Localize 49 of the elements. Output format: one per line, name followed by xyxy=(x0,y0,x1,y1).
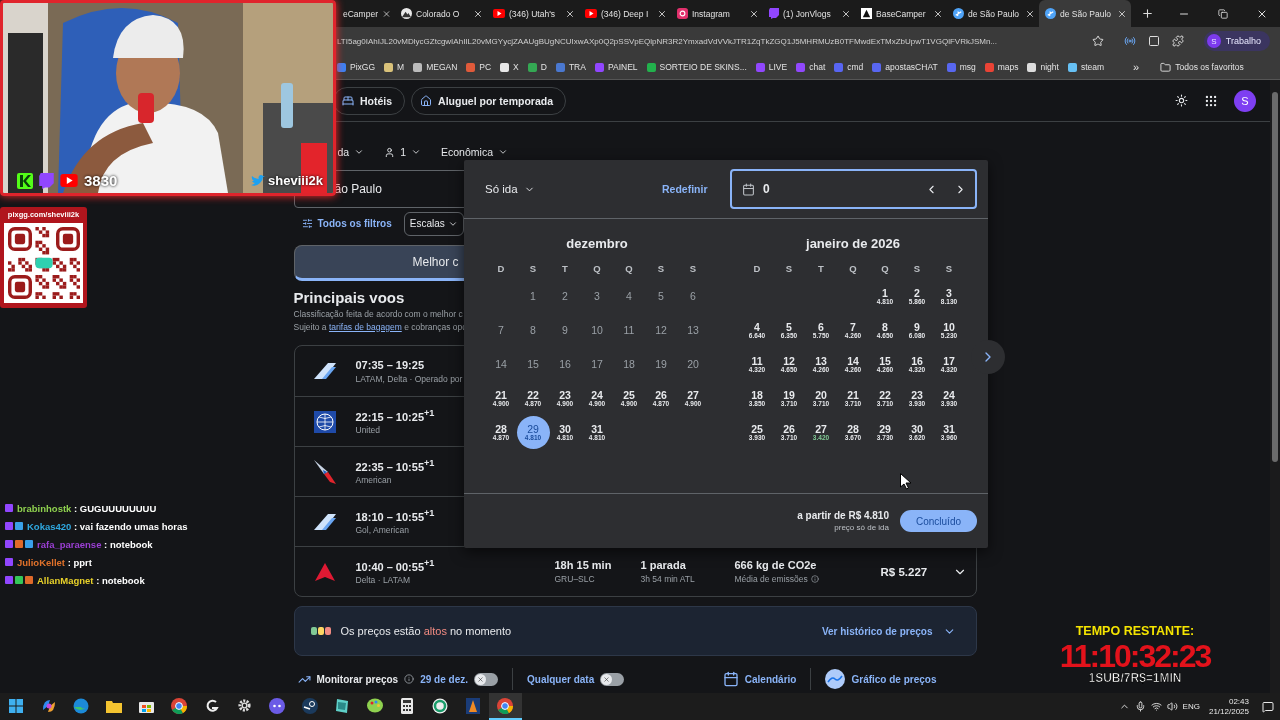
countdown: 11:10:32:23 xyxy=(1059,638,1211,674)
emissions: 666 kg de CO2e xyxy=(734,559,817,571)
weekday-label: S xyxy=(688,261,698,276)
track-prices-label: Monitorar preços xyxy=(316,673,399,685)
weekday-label: Q xyxy=(592,261,602,276)
price-note: preço só de ida xyxy=(834,523,889,532)
layover: 3h 54 min ATL xyxy=(640,574,695,584)
weekday-label: D xyxy=(496,261,506,276)
weekday-label: Q xyxy=(880,261,890,276)
subtitle: Classificação feita de acordo com o melhor c xyxy=(293,307,463,320)
timer-title: TEMPO RESTANTE: xyxy=(1075,624,1195,638)
airline-name: United xyxy=(355,425,381,436)
month-title: janeiro de 2026 xyxy=(804,234,901,253)
flight-times: 07:35 – 19:25 xyxy=(355,358,424,371)
airline-name: American xyxy=(355,475,392,486)
airline-name: Delta · LATAM xyxy=(355,575,410,586)
weekday-label: S xyxy=(912,261,922,276)
chat-message: JulioKellet : pprt xyxy=(17,556,92,568)
flight-price: R$ 5.227 xyxy=(880,565,929,578)
weekday-label: S xyxy=(784,261,794,276)
month-title: dezembro xyxy=(565,234,629,253)
weekday-label: T xyxy=(561,261,569,276)
airline-name: Gol, American xyxy=(355,525,409,536)
flight-duration: 18h 15 min xyxy=(554,559,612,571)
chat-message: AllanMagnet : notebook xyxy=(37,574,145,586)
timer-rule: 1SUB/7R$=1MIN xyxy=(1088,671,1182,685)
emissions-note: Média de emissões xyxy=(734,574,808,584)
weekday-label: S xyxy=(656,261,666,276)
airline-name: LATAM, Delta · Operado por xyxy=(355,373,463,384)
chat-message: rafa_paraense : notebook xyxy=(37,538,153,550)
stops: 1 parada xyxy=(640,559,686,571)
chat-message: brabinhostk : GUGUUUUUUUU xyxy=(17,502,157,514)
weekday-label: D xyxy=(752,261,762,276)
flight-times: 22:15 – 10:25$^{+1}$ xyxy=(355,407,435,423)
from-price: a partir de R$ 4.810 xyxy=(797,510,889,521)
price-insight-text: Os preços estão altos no momento xyxy=(340,625,512,637)
flight-times: 10:40 – 00:55$^{+1}$ xyxy=(355,557,435,573)
weekday-label: Q xyxy=(624,261,634,276)
flight-times: 22:35 – 10:55$^{+1}$ xyxy=(355,457,435,473)
weekday-label: S xyxy=(944,261,954,276)
any-date-label: Qualquer data xyxy=(527,673,595,685)
route: GRU–SLC xyxy=(554,574,595,584)
chat-message: Kokas420 : vai fazendo umas horas xyxy=(27,520,188,532)
date-label: 29 de dez. xyxy=(420,673,468,685)
weekday-label: S xyxy=(528,261,538,276)
section-title: Principais voos xyxy=(293,289,405,307)
weekday-label: T xyxy=(817,261,825,276)
flight-times: 18:10 – 10:55$^{+1}$ xyxy=(355,507,435,523)
weekday-label: Q xyxy=(848,261,858,276)
